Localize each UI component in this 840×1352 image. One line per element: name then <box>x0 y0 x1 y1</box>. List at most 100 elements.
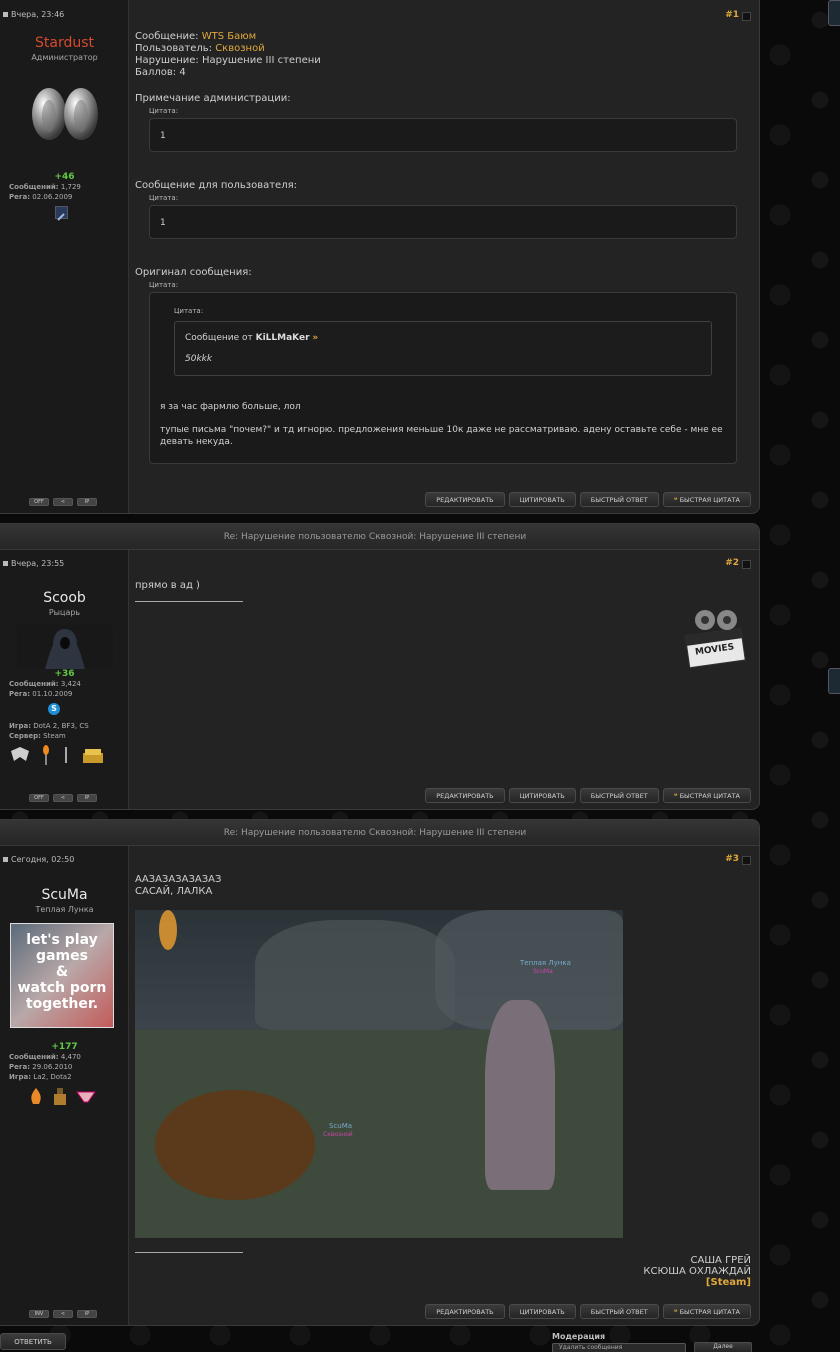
post-content: #1 Сообщение: WTS Баюм Пользователь: Скв… <box>129 0 759 513</box>
post-text: ААЗАЗАЗАЗАЗАЗ САСАЙ, ЛАЛКА <box>135 874 222 897</box>
status-invisible-button[interactable]: INV <box>29 1310 49 1318</box>
post-3: Re: Нарушение пользователю Сквозной: Нар… <box>0 819 760 1326</box>
thread-footer: ОТВЕТИТЬ Модерация Удалить сообщения Дал… <box>0 1332 840 1352</box>
status-off-button[interactable]: OFF <box>29 498 49 506</box>
quote-button[interactable]: ЦИТИРОВАТЬ <box>508 788 576 803</box>
quote-jump-arrow[interactable]: » <box>312 333 318 343</box>
quote-button[interactable]: ЦИТИРОВАТЬ <box>508 492 576 507</box>
user-link[interactable]: Сквозной <box>215 43 265 54</box>
moderation-label: Модерация <box>552 1332 606 1341</box>
admin-note-quote: 1 <box>149 118 737 152</box>
post-sidebar: Сегодня, 02:50 ScuMa Теплая Лунка let's … <box>0 846 129 1325</box>
sword-icon <box>65 747 67 763</box>
game-screenshot[interactable]: Теплая Лунка ScuMa ScuMa Сквозной <box>135 910 623 1238</box>
report-button[interactable]: < <box>53 498 73 506</box>
thread-link[interactable]: WTS Баюм <box>202 31 256 42</box>
quote-button[interactable]: ЦИТИРОВАТЬ <box>508 1304 576 1319</box>
post-date: Вчера, 23:55 <box>1 550 128 572</box>
avatar <box>31 88 98 140</box>
award-icons <box>9 745 128 765</box>
stat-reg: Рега: 29.06.2010 <box>9 1063 73 1071</box>
reputation: +36 <box>54 669 75 679</box>
original-text-1: я за час фармлю больше, лол <box>160 402 301 412</box>
post-content: #2 прямо в ад ) MOVIES РЕДАКТИРОВАТЬ ЦИТ… <box>129 550 759 809</box>
post-number[interactable]: #1 <box>725 10 739 20</box>
ip-button[interactable]: IP <box>77 794 97 802</box>
post-number[interactable]: #3 <box>725 854 739 864</box>
user-mini-buttons: OFF < IP <box>29 498 97 506</box>
lingerie-icon <box>76 1091 96 1103</box>
reply-button[interactable]: ОТВЕТИТЬ <box>0 1333 66 1350</box>
post-title: Re: Нарушение пользователю Сквозной: Нар… <box>0 820 759 846</box>
status-off-button[interactable]: OFF <box>29 794 49 802</box>
user-message-quote: 1 <box>149 205 737 239</box>
quote-label: Цитата: <box>149 107 179 115</box>
post-sidebar: Вчера, 23:46 Stardust Администратор +46 … <box>0 0 129 513</box>
post-actions: РЕДАКТИРОВАТЬ ЦИТИРОВАТЬ БЫСТРЫЙ ОТВЕТ ❝… <box>425 492 751 507</box>
post-select-checkbox[interactable] <box>742 12 751 21</box>
avatar: let's play games & watch porn together. <box>10 923 114 1028</box>
post-date: Вчера, 23:46 <box>1 0 128 23</box>
edit-button[interactable]: РЕДАКТИРОВАТЬ <box>425 1304 505 1319</box>
quick-quote-button[interactable]: ❝ БЫСТРАЯ ЦИТАТА <box>662 788 751 803</box>
side-tab[interactable] <box>828 668 840 694</box>
bottle-icon <box>54 1088 66 1105</box>
original-message-label: Оригинал сообщения: <box>135 267 252 278</box>
player-name-label: ScuMa <box>329 1122 353 1130</box>
quick-reply-button[interactable]: БЫСТРЫЙ ОТВЕТ <box>579 788 659 803</box>
quote-icon: ❝ <box>673 792 678 800</box>
post-select-checkbox[interactable] <box>742 856 751 865</box>
signature-divider <box>135 601 243 602</box>
reputation: +177 <box>51 1042 78 1052</box>
npc-sub-label: ScuMa <box>533 968 553 975</box>
stat-server: Сервер: Steam <box>9 732 66 740</box>
violation-info: Сообщение: WTS Баюм Пользователь: Сквозн… <box>135 31 321 78</box>
admin-note-label: Примечание администрации: <box>135 93 291 104</box>
quote-icon: ❝ <box>673 496 678 504</box>
moderation-go-button[interactable]: Далее <box>694 1342 752 1352</box>
reputation: +46 <box>54 172 75 182</box>
nested-quote: Сообщение от KiLLMaKer » 50kkk <box>174 321 712 376</box>
original-message-quote: Цитата: Сообщение от KiLLMaKer » 50kkk я… <box>149 292 737 464</box>
player-sub-label: Сквозной <box>323 1131 353 1138</box>
username[interactable]: Scoob <box>1 590 128 606</box>
report-button[interactable]: < <box>53 1310 73 1318</box>
post-date: Сегодня, 02:50 <box>1 846 128 868</box>
avatar <box>16 625 113 669</box>
ip-button[interactable]: IP <box>77 1310 97 1318</box>
wings-emblem-icon <box>11 747 29 761</box>
steam-link[interactable]: [Steam] <box>135 1277 751 1288</box>
stat-reg: Рега: 02.06.2009 <box>9 193 73 201</box>
edit-button[interactable]: РЕДАКТИРОВАТЬ <box>425 788 505 803</box>
user-mini-buttons: OFF < IP <box>29 794 97 802</box>
quote-label: Цитата: <box>149 281 179 289</box>
post-icon <box>3 12 8 17</box>
quote-author[interactable]: KiLLMaKer <box>256 333 310 343</box>
moderation-select[interactable]: Удалить сообщения <box>552 1343 686 1352</box>
post-icon <box>3 857 8 862</box>
torch-icon <box>43 745 49 765</box>
ip-button[interactable]: IP <box>77 498 97 506</box>
post-actions: РЕДАКТИРОВАТЬ ЦИТИРОВАТЬ БЫСТРЫЙ ОТВЕТ ❝… <box>425 1304 751 1319</box>
quick-quote-button[interactable]: ❝ БЫСТРАЯ ЦИТАТА <box>662 492 751 507</box>
quick-quote-button[interactable]: ❝ БЫСТРАЯ ЦИТАТА <box>662 1304 751 1319</box>
stat-posts: Сообщений: 3,424 <box>9 680 81 688</box>
stat-posts: Сообщений: 1,729 <box>9 183 81 191</box>
side-tab[interactable] <box>828 0 840 26</box>
movies-clapper-icon: MOVIES <box>683 606 747 672</box>
skype-icon[interactable]: S <box>48 703 60 715</box>
npc-name-label: Теплая Лунка <box>520 959 571 967</box>
post-actions: РЕДАКТИРОВАТЬ ЦИТИРОВАТЬ БЫСТРЫЙ ОТВЕТ ❝… <box>425 788 751 803</box>
user-mini-buttons: INV < IP <box>29 1310 97 1318</box>
username[interactable]: ScuMa <box>1 887 128 903</box>
quick-reply-button[interactable]: БЫСТРЫЙ ОТВЕТ <box>579 492 659 507</box>
post-title: Re: Нарушение пользователю Сквозной: Нар… <box>0 524 759 550</box>
edit-button[interactable]: РЕДАКТИРОВАТЬ <box>425 492 505 507</box>
post-number[interactable]: #2 <box>725 558 739 568</box>
signature-divider <box>135 1252 243 1253</box>
report-button[interactable]: < <box>53 794 73 802</box>
quick-reply-button[interactable]: БЫСТРЫЙ ОТВЕТ <box>579 1304 659 1319</box>
username[interactable]: Stardust <box>1 35 128 51</box>
post-select-checkbox[interactable] <box>742 560 751 569</box>
post-text: прямо в ад ) <box>135 580 200 591</box>
